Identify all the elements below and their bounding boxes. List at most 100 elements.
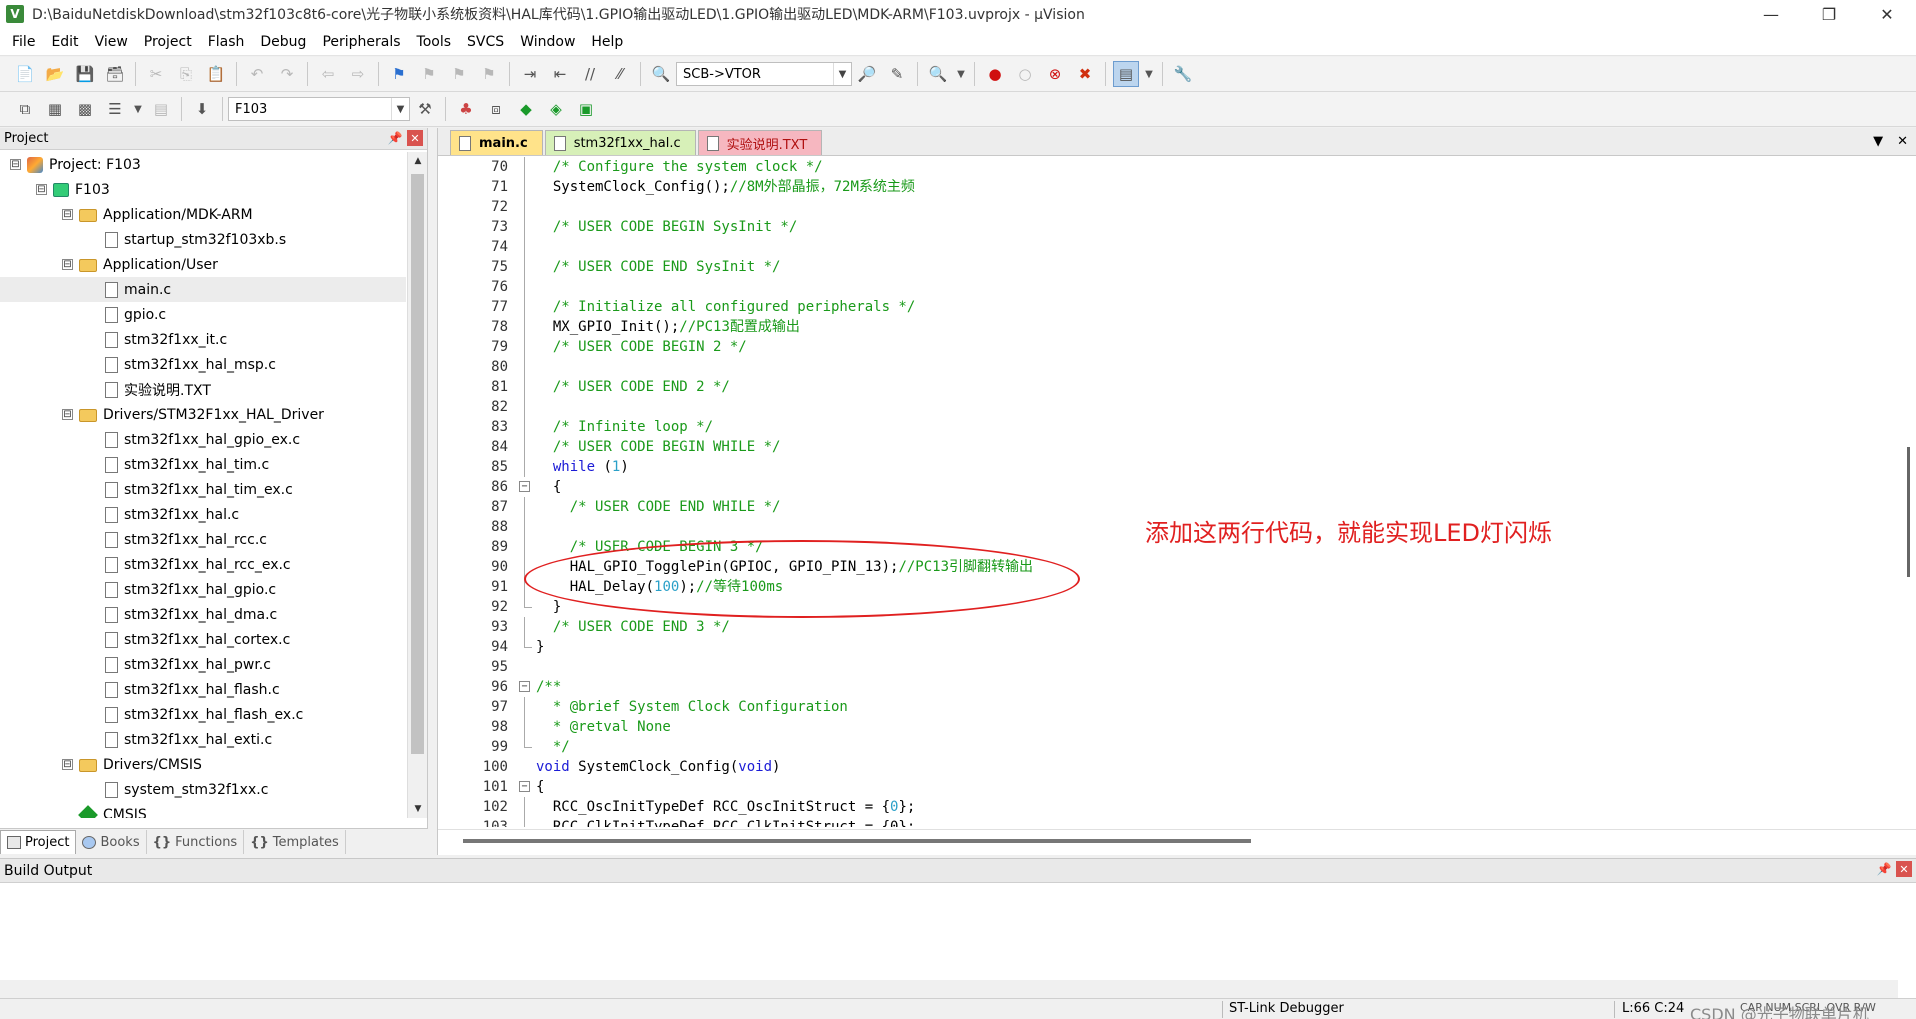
code-line[interactable]: 71 SystemClock_Config();//8M外部晶振，72M系统主频 bbox=[438, 177, 1916, 197]
prev-bookmark-icon[interactable]: ⚑ bbox=[416, 61, 442, 87]
tree-item[interactable]: ⊟ Application/User bbox=[0, 252, 406, 277]
redo-icon[interactable]: ↷ bbox=[274, 61, 300, 87]
uncomment-selection-icon[interactable]: ⁄⁄ bbox=[607, 61, 633, 87]
unindent-icon[interactable]: ⇤ bbox=[547, 61, 573, 87]
code-editor[interactable]: 70 /* Configure the system clock */71 Sy… bbox=[438, 157, 1916, 827]
chevron-down-icon[interactable]: ▼ bbox=[132, 96, 144, 122]
tree-item[interactable]: stm32f1xx_hal_cortex.c bbox=[0, 627, 406, 652]
download-icon[interactable]: ⬇ bbox=[189, 96, 215, 122]
kill-all-breakpoints-icon[interactable]: ✖ bbox=[1072, 61, 1098, 87]
fold-toggle-icon[interactable]: − bbox=[519, 681, 530, 692]
tree-item[interactable]: stm32f1xx_hal_dma.c bbox=[0, 602, 406, 627]
next-bookmark-icon[interactable]: ⚑ bbox=[446, 61, 472, 87]
manage-multi-project-icon[interactable]: ⧈ bbox=[483, 96, 509, 122]
code-line[interactable]: 84 /* USER CODE BEGIN WHILE */ bbox=[438, 437, 1916, 457]
code-line[interactable]: 73 /* USER CODE BEGIN SysInit */ bbox=[438, 217, 1916, 237]
tree-item[interactable]: stm32f1xx_hal_tim.c bbox=[0, 452, 406, 477]
code-line[interactable]: 74 bbox=[438, 237, 1916, 257]
fold-gutter[interactable]: − bbox=[516, 777, 534, 797]
target-options-icon[interactable]: ⚒ bbox=[412, 96, 438, 122]
find-combo[interactable]: SCB->VTOR ▼ bbox=[676, 62, 852, 86]
close-icon[interactable]: ✕ bbox=[407, 130, 423, 146]
code-line[interactable]: 75 /* USER CODE END SysInit */ bbox=[438, 257, 1916, 277]
collapse-icon[interactable]: ⊟ bbox=[62, 759, 73, 770]
chevron-down-icon[interactable]: ▼ bbox=[955, 61, 967, 87]
fold-toggle-icon[interactable]: − bbox=[519, 481, 530, 492]
manage-project-items-icon[interactable]: ♣ bbox=[453, 96, 479, 122]
tree-item[interactable]: stm32f1xx_hal_tim_ex.c bbox=[0, 477, 406, 502]
code-line[interactable]: 97 * @brief System Clock Configuration bbox=[438, 697, 1916, 717]
pin-icon[interactable]: 📌 bbox=[1876, 861, 1892, 877]
tree-item[interactable]: ⊟ Project: F103 bbox=[0, 152, 406, 177]
indent-icon[interactable]: ⇥ bbox=[517, 61, 543, 87]
copy-icon[interactable]: ⎘ bbox=[173, 61, 199, 87]
pin-icon[interactable]: 📌 bbox=[387, 130, 403, 146]
navigate-forward-icon[interactable]: ⇨ bbox=[345, 61, 371, 87]
tree-item[interactable]: stm32f1xx_hal_msp.c bbox=[0, 352, 406, 377]
menu-project[interactable]: Project bbox=[136, 28, 200, 56]
code-line[interactable]: 81 /* USER CODE END 2 */ bbox=[438, 377, 1916, 397]
close-editor-icon[interactable]: ✕ bbox=[1897, 134, 1908, 149]
code-line[interactable]: 96−/** bbox=[438, 677, 1916, 697]
navigate-back-icon[interactable]: ⇦ bbox=[315, 61, 341, 87]
chevron-down-icon[interactable]: ▼ bbox=[1143, 61, 1155, 87]
tab-functions[interactable]: {} Functions bbox=[147, 830, 245, 854]
fold-gutter[interactable]: − bbox=[516, 477, 534, 497]
tab-list-dropdown-icon[interactable]: ▼ bbox=[1873, 134, 1883, 149]
clear-bookmarks-icon[interactable]: ⚑ bbox=[476, 61, 502, 87]
code-line[interactable]: 82 bbox=[438, 397, 1916, 417]
tab-books[interactable]: Books bbox=[76, 830, 147, 854]
tree-item[interactable]: stm32f1xx_hal.c bbox=[0, 502, 406, 527]
code-line[interactable]: 103 RCC_ClkInitTypeDef RCC_ClkInitStruct… bbox=[438, 817, 1916, 827]
tree-item[interactable]: stm32f1xx_hal_exti.c bbox=[0, 727, 406, 752]
build-output-scrollbar[interactable] bbox=[1898, 885, 1916, 995]
disable-all-breakpoints-icon[interactable]: ⊗ bbox=[1042, 61, 1068, 87]
new-file-icon[interactable]: 📄 bbox=[12, 61, 38, 87]
save-all-icon[interactable]: 🗃 bbox=[102, 61, 128, 87]
tree-item[interactable]: ⊟ Drivers/CMSIS bbox=[0, 752, 406, 777]
tab-readme-txt[interactable]: 实验说明.TXT bbox=[697, 130, 823, 155]
debug-session-icon[interactable]: 🔍 bbox=[925, 61, 951, 87]
cut-icon[interactable]: ✂ bbox=[143, 61, 169, 87]
breakpoint-icon[interactable]: ● bbox=[982, 61, 1008, 87]
menu-file[interactable]: File bbox=[4, 28, 43, 56]
code-line[interactable]: 76 bbox=[438, 277, 1916, 297]
tree-item[interactable]: stm32f1xx_hal_gpio_ex.c bbox=[0, 427, 406, 452]
chevron-down-icon[interactable]: ▼ bbox=[833, 63, 851, 85]
find-in-files-icon[interactable]: 🔍 bbox=[648, 61, 674, 87]
undo-icon[interactable]: ↶ bbox=[244, 61, 270, 87]
code-line[interactable]: 95 bbox=[438, 657, 1916, 677]
code-line[interactable]: 79 /* USER CODE BEGIN 2 */ bbox=[438, 337, 1916, 357]
target-combo[interactable]: F103 ▼ bbox=[228, 97, 410, 121]
paste-icon[interactable]: 📋 bbox=[203, 61, 229, 87]
fold-gutter[interactable]: − bbox=[516, 677, 534, 697]
tree-item[interactable]: stm32f1xx_hal_rcc_ex.c bbox=[0, 552, 406, 577]
tree-item[interactable]: system_stm32f1xx.c bbox=[0, 777, 406, 802]
scroll-down-icon[interactable]: ▼ bbox=[408, 800, 428, 818]
chevron-down-icon[interactable]: ▼ bbox=[391, 98, 409, 120]
code-line[interactable]: 86− { bbox=[438, 477, 1916, 497]
tree-item[interactable]: stm32f1xx_hal_flash.c bbox=[0, 677, 406, 702]
collapse-icon[interactable]: ⊟ bbox=[62, 409, 73, 420]
pack-installer-icon[interactable]: ▣ bbox=[573, 96, 599, 122]
tree-item[interactable]: main.c bbox=[0, 277, 406, 302]
bookmark-icon[interactable]: ⚑ bbox=[386, 61, 412, 87]
disable-breakpoint-icon[interactable]: ○ bbox=[1012, 61, 1038, 87]
stop-build-icon[interactable]: ▤ bbox=[148, 96, 174, 122]
code-line[interactable]: 78 MX_GPIO_Init();//PC13配置成输出 bbox=[438, 317, 1916, 337]
tree-item[interactable]: stm32f1xx_hal_rcc.c bbox=[0, 527, 406, 552]
project-tree-scrollbar[interactable]: ▲ ▼ bbox=[407, 152, 427, 818]
menu-tools[interactable]: Tools bbox=[409, 28, 460, 56]
incremental-find-icon[interactable]: ✎ bbox=[884, 61, 910, 87]
collapse-icon[interactable]: ⊟ bbox=[36, 184, 47, 195]
menu-edit[interactable]: Edit bbox=[43, 28, 86, 56]
select-software-packs-icon[interactable]: ◈ bbox=[543, 96, 569, 122]
tab-main-c[interactable]: main.c bbox=[450, 130, 543, 155]
menu-debug[interactable]: Debug bbox=[252, 28, 314, 56]
tree-item[interactable]: CMSIS bbox=[0, 802, 406, 818]
scroll-up-icon[interactable]: ▲ bbox=[408, 152, 428, 170]
window-layout-icon[interactable]: ▤ bbox=[1113, 61, 1139, 87]
tab-project[interactable]: Project bbox=[0, 830, 77, 854]
open-file-icon[interactable]: 📂 bbox=[42, 61, 68, 87]
find-icon[interactable]: 🔎 bbox=[854, 61, 880, 87]
